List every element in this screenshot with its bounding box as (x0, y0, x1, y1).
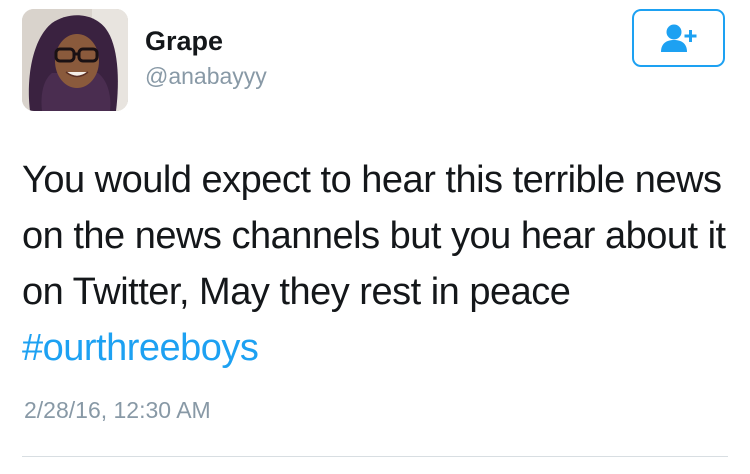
tweet-card: Grape @anabayyy You would expect to hear… (0, 0, 750, 474)
follow-button[interactable] (632, 9, 725, 67)
avatar-image (22, 9, 128, 111)
tweet-text: You would expect to hear this terrible n… (22, 152, 734, 376)
add-user-icon (660, 24, 696, 52)
tweet-timestamp[interactable]: 2/28/16, 12:30 AM (24, 396, 211, 424)
avatar[interactable] (22, 9, 128, 111)
tweet-body: You would expect to hear this terrible n… (22, 159, 726, 313)
divider (22, 456, 728, 457)
author-handle[interactable]: @anabayyy (145, 62, 267, 90)
hashtag-link[interactable]: #ourthreeboys (22, 327, 259, 369)
author-name[interactable]: Grape (145, 26, 223, 56)
